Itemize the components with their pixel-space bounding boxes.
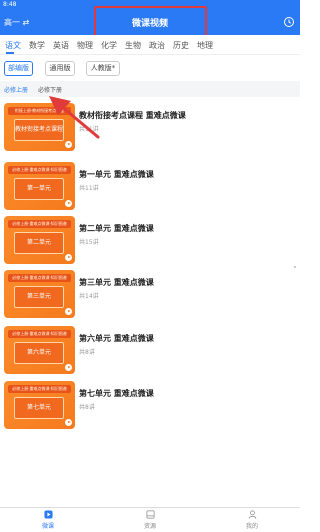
course-thumbnail: 必修上册·重难点微课·知识图谱 第六单元 <box>4 326 75 374</box>
course-lesson-count: 共8讲 <box>79 349 95 356</box>
course-lesson-count: 共11讲 <box>79 126 99 133</box>
course-title: 教材衔接考点课程 重难点微课 <box>79 111 186 120</box>
bottom-tab-bar: 微课 资源 我的 <box>0 507 300 532</box>
book-icon <box>146 510 154 519</box>
person-icon <box>248 510 256 519</box>
volume-tab-lower[interactable]: 必修下册 <box>38 85 62 94</box>
thumbnail-banner: 第二单元 <box>14 232 64 254</box>
course-title: 第二单元 重难点微课 <box>79 224 154 233</box>
tab-subject-chinese[interactable]: 语文 <box>5 40 21 51</box>
tab-resources[interactable]: 资源 <box>130 510 170 530</box>
version-button-bubian[interactable]: 部编版 <box>4 61 33 76</box>
tab-label: 资源 <box>143 523 156 530</box>
course-title: 第三单元 重难点微课 <box>79 278 154 287</box>
tab-subject-chemistry[interactable]: 化学 <box>101 40 117 51</box>
course-lesson-count: 共8讲 <box>79 404 95 411</box>
tab-label: 我的 <box>245 523 258 530</box>
thumbnail-banner: 第三单元 <box>14 286 64 308</box>
subject-tabs: 语文 数学 英语 物理 化学 生物 政治 历史 地理 <box>0 35 300 55</box>
course-card[interactable]: 必修上册·重难点微课·知识图谱 第七单元 第七单元 重难点微课 共8讲 <box>0 381 300 435</box>
tab-mine[interactable]: 我的 <box>232 510 272 530</box>
version-button-tongyong[interactable]: 通用版 <box>45 61 75 76</box>
thumbnail-strip: 必修上册·重难点微课·知识图谱 <box>8 385 71 393</box>
thumbnail-banner: 第七单元 <box>14 397 64 419</box>
tab-subject-biology[interactable]: 生物 <box>125 40 141 51</box>
version-button-renjiao[interactable]: 人教版* <box>86 61 120 76</box>
thumbnail-banner: 教材衔接考点课程 <box>14 119 64 141</box>
tab-subject-physics[interactable]: 物理 <box>77 40 93 51</box>
status-time: 8:48 <box>3 1 17 8</box>
course-thumbnail: 衔接上册·教材衔接考点课程 教材衔接考点课程 <box>4 103 75 151</box>
course-card[interactable]: 衔接上册·教材衔接考点课程 教材衔接考点课程 教材衔接考点课程 重难点微课 共1… <box>0 103 300 157</box>
course-thumbnail: 必修上册·重难点微课·知识图谱 第二单元 <box>4 216 75 264</box>
play-icon <box>43 510 53 519</box>
history-icon[interactable] <box>283 16 295 28</box>
play-icon <box>65 308 72 315</box>
course-thumbnail: 必修上册·重难点微课·知识图谱 第三单元 <box>4 270 75 318</box>
active-tab-indicator <box>6 52 14 54</box>
play-icon <box>65 364 72 371</box>
tab-label: 微课 <box>41 523 54 530</box>
course-lesson-count: 共11讲 <box>79 185 99 192</box>
course-card[interactable]: 必修上册·重难点微课·知识图谱 第六单元 第六单元 重难点微课 共8讲 <box>0 326 300 380</box>
play-icon <box>65 141 72 148</box>
volume-selector: 必修上册 必修下册 <box>0 81 300 97</box>
play-icon <box>65 200 72 207</box>
course-card[interactable]: 必修上册·重难点微课·知识图谱 第三单元 第三单元 重难点微课 共14讲 <box>0 270 300 324</box>
tab-weike[interactable]: 微课 <box>28 510 68 530</box>
tab-subject-politics[interactable]: 政治 <box>149 40 165 51</box>
tab-subject-english[interactable]: 英语 <box>53 40 69 51</box>
thumbnail-banner: 第一单元 <box>14 178 64 200</box>
course-title: 第一单元 重难点微课 <box>79 170 154 179</box>
volume-tab-upper[interactable]: 必修上册 <box>4 85 28 94</box>
play-icon <box>65 419 72 426</box>
course-card[interactable]: 必修上册·重难点微课·知识图谱 第二单元 第二单元 重难点微课 共15讲 <box>0 216 300 270</box>
textbook-version-selector: 部编版 通用版 人教版* <box>0 59 300 79</box>
course-thumbnail: 必修上册·重难点微课·知识图谱 第七单元 <box>4 381 75 429</box>
play-icon <box>65 254 72 261</box>
thumbnail-strip: 必修上册·重难点微课·知识图谱 <box>8 220 71 228</box>
course-lesson-count: 共14讲 <box>79 293 99 300</box>
scroll-indicator <box>294 266 296 268</box>
course-lesson-count: 共15讲 <box>79 239 99 246</box>
course-thumbnail: 必修上册·重难点微课·知识图谱 第一单元 <box>4 162 75 210</box>
thumbnail-strip: 衔接上册·教材衔接考点课程 <box>8 107 71 115</box>
thumbnail-strip: 必修上册·重难点微课·知识图谱 <box>8 330 71 338</box>
course-title: 第六单元 重难点微课 <box>79 334 154 343</box>
thumbnail-strip: 必修上册·重难点微课·知识图谱 <box>8 166 71 174</box>
tab-subject-history[interactable]: 历史 <box>173 40 189 51</box>
tab-subject-math[interactable]: 数学 <box>29 40 45 51</box>
course-title: 第七单元 重难点微课 <box>79 389 154 398</box>
thumbnail-strip: 必修上册·重难点微课·知识图谱 <box>8 274 71 282</box>
tab-subject-geography[interactable]: 地理 <box>197 40 213 51</box>
thumbnail-banner: 第六单元 <box>14 342 64 364</box>
course-card[interactable]: 必修上册·重难点微课·知识图谱 第一单元 第一单元 重难点微课 共11讲 <box>0 162 300 216</box>
